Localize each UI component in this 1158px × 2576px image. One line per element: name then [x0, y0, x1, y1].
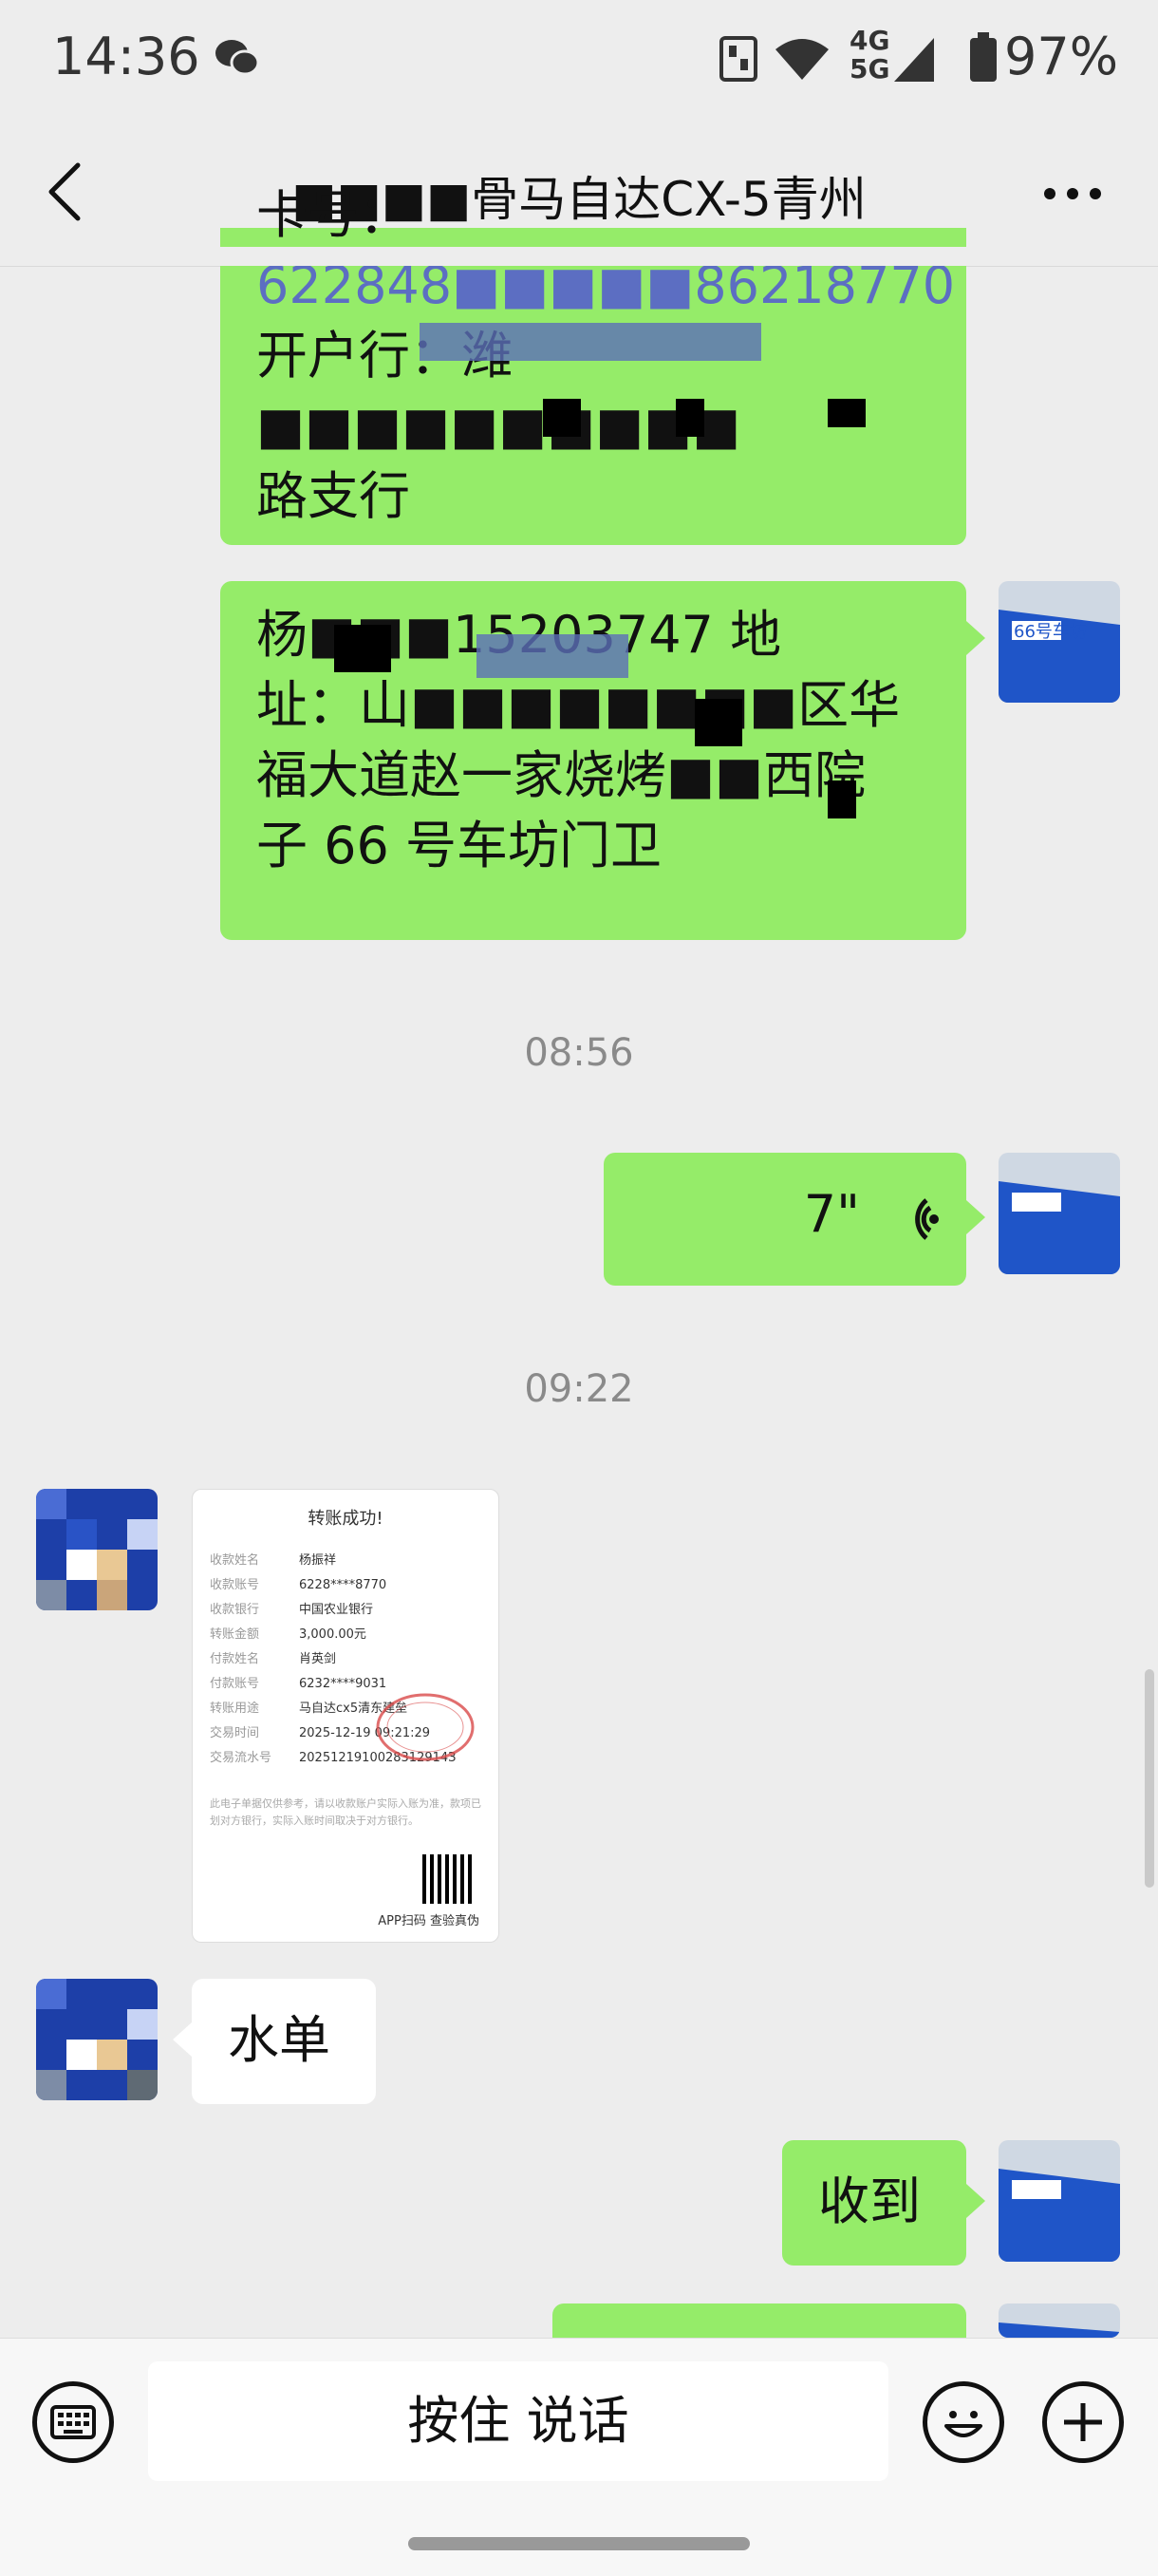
- emoji-icon[interactable]: [923, 2381, 1004, 2463]
- timestamp: 08:56: [524, 1031, 634, 1075]
- home-indicator[interactable]: [408, 2537, 750, 2550]
- more-dots-icon[interactable]: [1042, 186, 1103, 201]
- svg-text:66号车坊: 66号车坊: [1014, 622, 1087, 642]
- plus-circle-icon[interactable]: [1042, 2381, 1124, 2463]
- chevron-left-icon[interactable]: [46, 161, 84, 222]
- transfer-receipt-image[interactable]: 转账成功! 收款姓名 杨振祥 收款账号 6228****8770 收款银行 中国农业银…: [192, 1489, 499, 1943]
- avatar-self[interactable]: [999, 1153, 1120, 1274]
- timestamp: 09:22: [524, 1367, 634, 1411]
- signal-icon: [894, 38, 934, 82]
- battery-icon: [970, 32, 997, 82]
- avatar-self[interactable]: [999, 2140, 1120, 2262]
- status-time: 14:36: [52, 27, 200, 86]
- qr-code: [422, 1854, 472, 1904]
- status-bar: 14:36 4G 5G 97%: [0, 0, 1158, 123]
- voice-message-bubble[interactable]: 7": [604, 1153, 985, 1286]
- wechat-icon: [215, 40, 260, 76]
- message-bubble-account[interactable]: 卡号： 622848■■■■■86218770 开户行：潍■■■■■■■■■■ …: [220, 185, 966, 545]
- voice-wave-icon: [915, 1198, 939, 1240]
- battery-percent: 97%: [1004, 27, 1119, 86]
- sim-icon: [719, 36, 757, 82]
- bank-seal-stamp: [376, 1693, 475, 1761]
- message-bubble-shoudao[interactable]: 收到: [782, 2140, 985, 2266]
- network-type: 4G 5G: [850, 25, 890, 85]
- message-bubble-address[interactable]: 杨■■■15203747 地 址：山■■■■■■■■区华 福大道赵一家烧烤■■西…: [220, 581, 985, 940]
- avatar-self[interactable]: 66号车坊: [999, 581, 1120, 703]
- avatar-contact[interactable]: [36, 1979, 158, 2100]
- wifi-icon: [775, 39, 829, 80]
- avatar-contact[interactable]: [36, 1489, 158, 1610]
- hold-to-talk-button[interactable]: 按住 说话: [148, 2361, 888, 2481]
- scroll-clip: [0, 247, 1158, 266]
- avatar-self[interactable]: [999, 2303, 1120, 2338]
- keyboard-icon[interactable]: [32, 2381, 114, 2463]
- scrollbar[interactable]: [1145, 1669, 1154, 1888]
- message-bubble-shuidan[interactable]: 水单: [173, 1979, 376, 2104]
